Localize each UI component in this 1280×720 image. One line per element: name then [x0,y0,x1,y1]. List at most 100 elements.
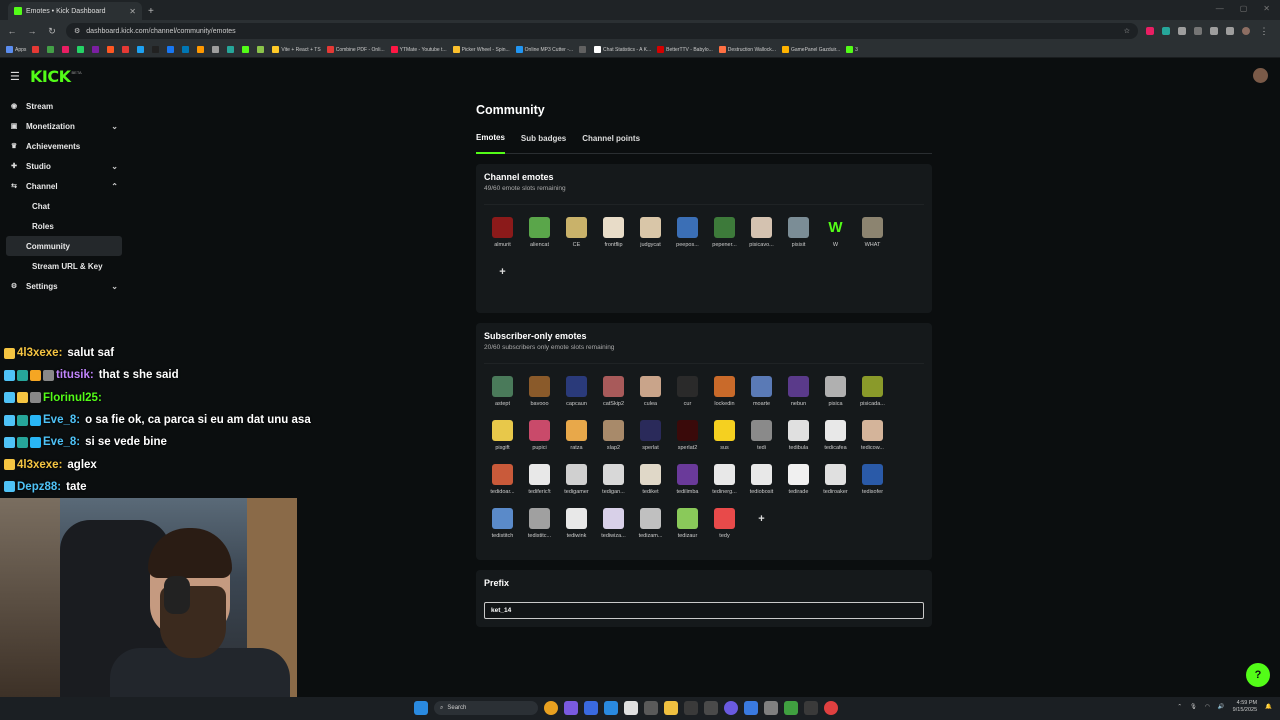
sidebar-item-studio[interactable]: ✚ Studio ⌄ [0,156,128,176]
emote-item[interactable]: frontflip [595,217,632,261]
emote-item[interactable]: tedigamer [558,464,595,508]
bookmark-item[interactable] [62,46,71,53]
bookmark-item[interactable] [47,46,56,53]
bookmark-item[interactable]: YTMate - Youtube t... [390,46,447,53]
extensions-menu-icon[interactable] [1178,27,1186,35]
translate-icon[interactable] [1226,27,1234,35]
bookmark-item[interactable]: Apps [6,46,26,53]
bookmark-item[interactable] [137,46,146,53]
profile-avatar[interactable] [1242,27,1250,35]
bookmark-item[interactable] [122,46,131,53]
close-window-icon[interactable]: ✕ [1263,4,1270,13]
sidebar-item-settings[interactable]: ⚙ Settings ⌄ [0,276,128,296]
emote-item[interactable]: tedinerg... [706,464,743,508]
app-icon[interactable] [804,701,818,715]
emote-item[interactable]: pisicada... [854,376,891,420]
emote-item[interactable]: capcaun [558,376,595,420]
emote-item[interactable]: sus [706,420,743,464]
emote-item[interactable]: cur [669,376,706,420]
bookmark-item[interactable] [182,46,191,53]
emote-item[interactable]: bavooo [521,376,558,420]
close-tab-icon[interactable]: ✕ [129,7,136,16]
bookmark-item[interactable]: Destruction Wallock... [718,46,776,53]
forward-icon[interactable]: → [26,26,38,36]
sidebar-subitem[interactable]: Stream URL & Key [6,256,122,276]
emote-item[interactable]: peepos... [669,217,706,261]
emote-item[interactable]: pupici [521,420,558,464]
bookmark-item[interactable] [107,46,116,53]
site-info-icon[interactable]: ⚙ [74,27,80,35]
emote-item[interactable]: culea [632,376,669,420]
bookmark-item[interactable] [167,46,176,53]
app-icon[interactable] [564,701,578,715]
emote-item[interactable]: tedicow... [854,420,891,464]
emote-item[interactable]: slap2 [595,420,632,464]
minimize-icon[interactable]: — [1216,4,1224,13]
emote-item[interactable]: CE [558,217,595,261]
add-emote-button[interactable]: + [484,261,521,305]
download-icon[interactable] [1210,27,1218,35]
bookmark-item[interactable] [242,46,251,53]
emote-item[interactable]: tedisofer [854,464,891,508]
volume-icon[interactable]: 🔊 [1218,704,1225,710]
tray-chevron-icon[interactable]: ⌃ [1177,704,1182,710]
emote-item[interactable]: tediket [632,464,669,508]
bookmark-item[interactable]: GamePanel Gazduir... [781,46,840,53]
bookmark-item[interactable]: Picker Wheel - Spin... [452,46,510,53]
new-tab-icon[interactable]: + [148,6,154,17]
extension-icon[interactable] [1162,27,1170,35]
emote-item[interactable]: pisisit [780,217,817,261]
emote-item[interactable]: tedy [706,508,743,552]
emote-item[interactable]: pepener... [706,217,743,261]
extension-icon[interactable] [1146,27,1154,35]
sidebar-item-achievements[interactable]: ♛ Achievements [0,136,128,156]
emote-item[interactable]: ratza [558,420,595,464]
maximize-icon[interactable]: ▢ [1240,4,1248,13]
emote-item[interactable]: almurit [484,217,521,261]
emote-item[interactable]: tediferic!t [521,464,558,508]
windows-start-icon[interactable] [414,701,428,715]
emote-item[interactable]: judgycat [632,217,669,261]
emote-item[interactable]: tedizaur [669,508,706,552]
emote-item[interactable]: tedistitch [484,508,521,552]
bookmark-item[interactable]: Chat Statistics - A K... [594,46,651,53]
prefix-input[interactable]: ket_14 [484,602,924,619]
emote-item[interactable]: tedibula [780,420,817,464]
bookmark-item[interactable] [257,46,266,53]
emote-item[interactable]: pisicavo... [743,217,780,261]
reload-icon[interactable]: ↻ [46,26,58,37]
file-explorer-icon[interactable] [664,701,678,715]
xbox-icon[interactable] [784,701,798,715]
sidebar-item-channel[interactable]: ⇆ Channel ⌃ [0,176,128,196]
tab-sub-badges[interactable]: Sub badges [521,124,566,154]
chat-username[interactable]: 4l3xexe: [17,347,62,359]
emote-item[interactable]: tedicafea [817,420,854,464]
emote-item[interactable]: sperlat2 [669,420,706,464]
emote-item[interactable]: nebun [780,376,817,420]
bookmark-item[interactable]: 3 [846,46,858,53]
emote-item[interactable]: tedi [743,420,780,464]
discord-icon[interactable] [724,701,738,715]
bookmark-item[interactable] [92,46,101,53]
taskbar-search[interactable]: ⌕ Search [434,701,538,715]
emote-item[interactable]: tedirade [780,464,817,508]
bookmark-item[interactable] [212,46,221,53]
app-icon[interactable] [824,701,838,715]
sidebar-subitem[interactable]: Chat [6,196,122,216]
emote-item[interactable]: astept [484,376,521,420]
back-icon[interactable]: ← [6,26,18,36]
emote-item[interactable]: pisica [817,376,854,420]
sidebar-item-monetization[interactable]: ▣ Monetization ⌄ [0,116,128,136]
emote-item[interactable]: tedidoar... [484,464,521,508]
url-input[interactable]: ⚙ dashboard.kick.com/channel/community/e… [66,23,1138,39]
kick-logo[interactable]: KICK [30,67,71,86]
sidebar-toggle-icon[interactable] [1194,27,1202,35]
obs-icon[interactable] [644,701,658,715]
mic-icon[interactable]: 🎙 [1190,704,1197,710]
tab-channel-points[interactable]: Channel points [582,124,640,154]
chat-username[interactable]: titusik: [56,369,94,381]
help-button[interactable]: ? [1246,663,1270,687]
sidebar-subitem[interactable]: Roles [6,216,122,236]
emote-item[interactable]: moarte [743,376,780,420]
chat-username[interactable]: Depz88: [17,481,61,493]
